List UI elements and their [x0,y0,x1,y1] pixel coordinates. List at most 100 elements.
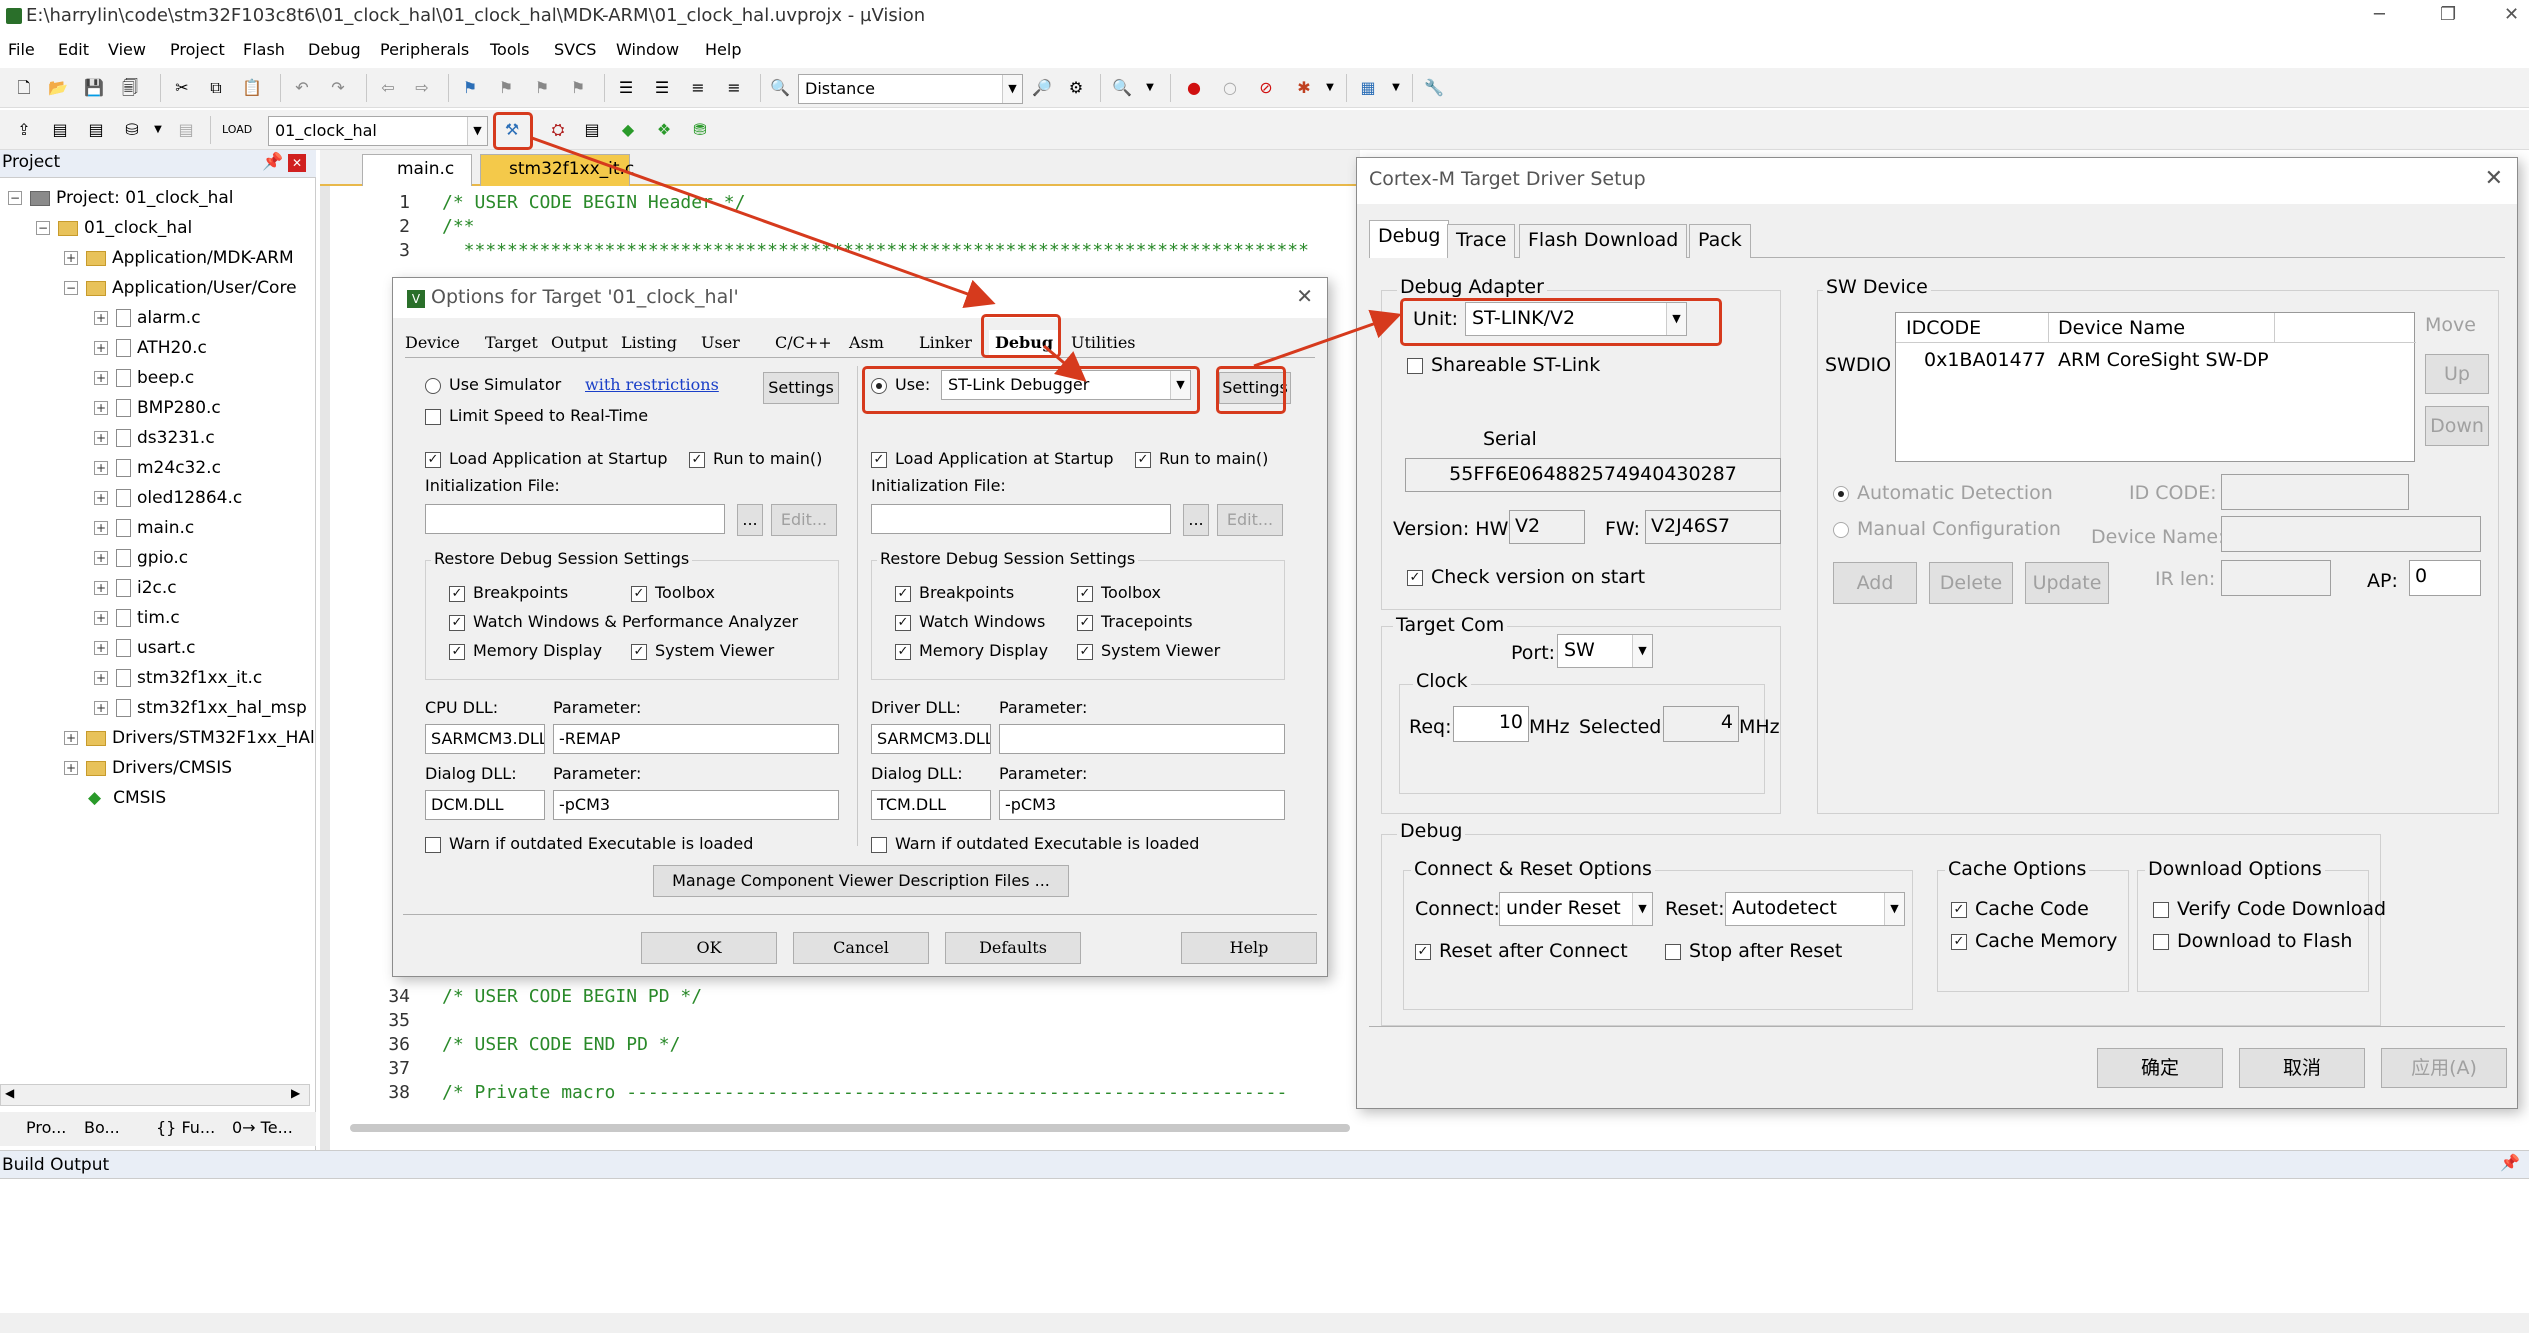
cpu-param-input[interactable]: -REMAP [553,724,839,754]
translate-icon[interactable]: ⇪ [14,120,34,140]
redo-icon[interactable]: ↷ [328,78,348,98]
tree-file[interactable]: + ds3231.c [94,424,215,452]
hw-watch-checkbox[interactable]: ✓ Watch Windows [895,612,1045,631]
update-button[interactable]: Update [2025,562,2109,604]
editor-hscrollbar[interactable] [350,1124,1350,1132]
hw-warn-checkbox[interactable]: Warn if outdated Executable is loaded [871,834,1199,853]
cpu-dll-input[interactable]: SARMCM3.DLL [425,724,545,754]
sw-device-table[interactable]: IDCODE Device Name 0x1BA01477 ARM CoreSi… [1895,312,2416,462]
save-all-icon[interactable]: 🗐 [120,78,140,98]
delete-button[interactable]: Delete [1929,562,2013,604]
cancel-button[interactable]: 取消 [2239,1048,2365,1088]
tab-main-c[interactable]: main.c [362,154,472,186]
file-extensions-icon[interactable]: ▤ [582,120,602,140]
sim-init-file-input[interactable] [425,504,725,534]
sim-load-app-checkbox[interactable]: ✓ Load Application at Startup [425,449,668,468]
sim-run-main-checkbox[interactable]: ✓ Run to main() [689,449,822,468]
ir-len-input[interactable] [2221,560,2331,596]
table-row[interactable]: 0x1BA01477 ARM CoreSight SW-DP [1896,347,2416,377]
tree-file[interactable]: + gpio.c [94,544,188,572]
pin-icon[interactable]: 📌 [262,152,283,172]
tree-group-mdk-arm[interactable]: + Application/MDK-ARM [64,244,294,272]
manage-run-time-icon[interactable]: ◆ [618,120,638,140]
hw-init-file-input[interactable] [871,504,1171,534]
check-version-checkbox[interactable]: ✓ Check version on start [1407,566,1645,588]
defaults-button[interactable]: Defaults [945,932,1081,964]
dropdown-arrow-icon[interactable]: ▼ [1140,78,1160,98]
down-button[interactable]: Down [2425,406,2489,446]
clear-bookmarks-icon[interactable]: ⚑ [568,78,588,98]
tab-books[interactable]: Bo... [84,1118,120,1137]
hw-tracepoints-checkbox[interactable]: ✓ Tracepoints [1077,612,1193,631]
find-in-files-icon[interactable]: 🔍 [770,78,790,98]
tab-templates[interactable]: 0→ Te... [232,1118,293,1137]
disable-breakpoint-icon[interactable]: ○ [1220,78,1240,98]
up-button[interactable]: Up [2425,354,2489,394]
tree-file[interactable]: + tim.c [94,604,180,632]
tree-group-drivers-cmsis[interactable]: + Drivers/CMSIS [64,754,232,782]
unindent-icon[interactable]: ☰ [652,78,672,98]
tab-target[interactable]: Target [485,330,538,356]
incremental-find-icon[interactable]: ⚙ [1066,78,1086,98]
sim-memory-checkbox[interactable]: ✓ Memory Display [449,641,602,660]
tree-file[interactable]: + i2c.c [94,574,177,602]
target-combo[interactable]: 01_clock_hal ▼ [268,116,488,146]
hw-edit-button[interactable]: Edit... [1217,504,1283,536]
menu-help[interactable]: Help [705,40,741,59]
menu-file[interactable]: File [8,40,35,59]
tree-target[interactable]: −01_clock_hal [36,214,192,242]
select-packs-icon[interactable]: ❖ [654,120,674,140]
sim-browse-button[interactable]: ... [737,504,763,536]
close-panel-icon[interactable]: ✕ [288,154,306,172]
hw-dialog-param-input[interactable]: -pCM3 [999,790,1285,820]
ok-button[interactable]: OK [641,932,777,964]
tab-device[interactable]: Device [405,330,460,356]
download-to-flash-checkbox[interactable]: Download to Flash [2153,930,2352,952]
bookmark-icon[interactable]: ⚑ [460,78,480,98]
tree-file[interactable]: + main.c [94,514,194,542]
dropdown-arrow-icon[interactable]: ▼ [1320,78,1340,98]
close-icon[interactable]: ✕ [2485,166,2503,191]
window-layout-icon[interactable]: ▦ [1358,78,1378,98]
help-button[interactable]: Help [1181,932,1317,964]
menu-flash[interactable]: Flash [243,40,285,59]
tree-file[interactable]: + beep.c [94,364,194,392]
tree-cmsis[interactable]: ◆ CMSIS [88,784,166,812]
nav-forward-icon[interactable]: ⇨ [412,78,432,98]
manual-configuration-radio[interactable]: Manual Configuration [1833,518,2061,540]
tree-file[interactable]: + ATH20.c [94,334,207,362]
new-file-icon[interactable]: 🗋 [14,78,34,98]
scroll-left-icon[interactable]: ◀ [5,1086,14,1100]
menu-tools[interactable]: Tools [490,40,529,59]
open-file-icon[interactable]: 📂 [48,78,68,98]
hw-browse-button[interactable]: ... [1183,504,1209,536]
tree-file[interactable]: + m24c32.c [94,454,221,482]
tab-functions[interactable]: {} Fu... [156,1118,215,1137]
sim-breakpoints-checkbox[interactable]: ✓ Breakpoints [449,583,568,602]
limit-speed-checkbox[interactable]: Limit Speed to Real-Time [425,406,648,425]
close-icon[interactable]: ✕ [2504,4,2519,25]
tab-output[interactable]: Output [551,330,608,356]
tab-stm32f1xx-it-c[interactable]: stm32f1xx_it.c [480,154,634,186]
tab-listing[interactable]: Listing [621,330,677,356]
save-icon[interactable]: 💾 [84,78,104,98]
tab-cc[interactable]: C/C++ [775,330,832,356]
find-combo[interactable]: Distance ▼ [798,74,1023,104]
tree-project-root[interactable]: − Project: 01_clock_hal [8,184,234,212]
tab-debug[interactable]: Debug [1369,220,1450,258]
shareable-checkbox[interactable]: Shareable ST-Link [1407,354,1600,376]
hw-memory-checkbox[interactable]: ✓ Memory Display [895,641,1048,660]
batch-build-icon[interactable]: ⛁ [122,120,142,140]
comment-icon[interactable]: ≡ [688,78,708,98]
sim-toolbox-checkbox[interactable]: ✓ Toolbox [631,583,715,602]
port-select[interactable]: SW ▼ [1557,634,1653,668]
add-button[interactable]: Add [1833,562,1917,604]
tree-file[interactable]: + BMP280.c [94,394,221,422]
automatic-detection-radio[interactable]: Automatic Detection [1833,482,2053,504]
tree-file[interactable]: + stm32f1xx_hal_msp [94,694,307,722]
hw-breakpoints-checkbox[interactable]: ✓ Breakpoints [895,583,1014,602]
tab-project[interactable]: Pro... [4,1118,66,1137]
configure-icon[interactable]: 🔧 [1424,78,1444,98]
driver-dll-input[interactable]: SARMCM3.DLL [871,724,991,754]
tab-utilities[interactable]: Utilities [1071,330,1136,356]
